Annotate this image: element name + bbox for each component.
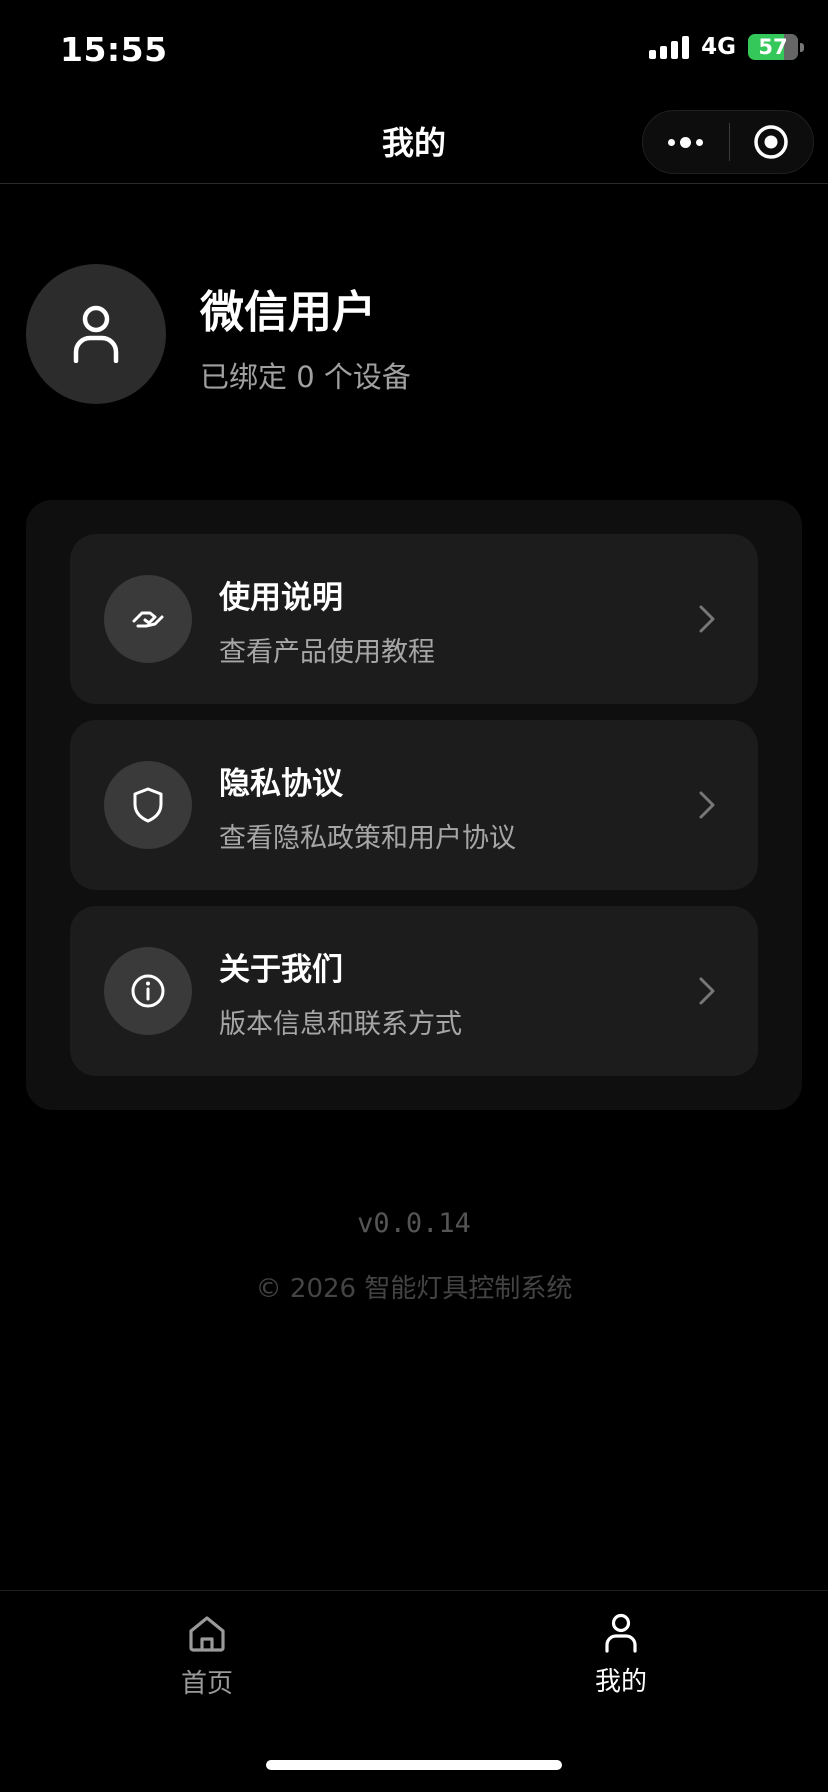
shield-icon [133, 787, 163, 823]
user-icon [73, 305, 119, 363]
user-name: 微信用户 [200, 287, 376, 338]
mini-program-capsule [642, 110, 814, 174]
status-bar: 15:55 4G 57 [0, 0, 828, 96]
status-time: 15:55 [60, 30, 168, 69]
avatar[interactable] [26, 264, 166, 404]
tab-home[interactable]: 首页 [107, 1613, 307, 1723]
menu-panel: 使用说明 查看产品使用教程 隐私协议 查看隐私政策和用户协议 关于我们 版本信息… [26, 500, 802, 1110]
home-icon [189, 1616, 225, 1652]
menu-item-privacy[interactable]: 隐私协议 查看隐私政策和用户协议 [70, 720, 758, 890]
copyright-text: © 2026 智能灯具控制系统 [255, 1274, 573, 1304]
menu-item-title: 关于我们 [219, 952, 343, 988]
menu-item-subtitle: 查看产品使用教程 [219, 637, 435, 668]
menu-item-usage-guide[interactable]: 使用说明 查看产品使用教程 [70, 534, 758, 704]
device-count: 已绑定 0 个设备 [200, 360, 411, 394]
menu-item-title: 隐私协议 [219, 766, 343, 802]
chevron-right-icon [699, 977, 715, 1005]
menu-icon-bg [104, 761, 192, 849]
tab-label: 我的 [594, 1667, 647, 1697]
battery-icon: 57 [748, 34, 804, 60]
info-icon [131, 974, 165, 1008]
network-type: 4G [701, 34, 736, 60]
handshake-icon [132, 611, 164, 628]
chevron-right-icon [699, 791, 715, 819]
menu-item-about[interactable]: 关于我们 版本信息和联系方式 [70, 906, 758, 1076]
navigation-bar: 我的 [0, 96, 828, 184]
menu-icon-bg [104, 947, 192, 1035]
battery-level: 57 [758, 35, 788, 59]
tab-mine[interactable]: 我的 [521, 1613, 721, 1723]
target-icon [754, 125, 788, 159]
more-button[interactable] [643, 110, 729, 174]
menu-item-title: 使用说明 [219, 580, 343, 616]
home-indicator [266, 1760, 562, 1770]
status-indicators: 4G 57 [649, 34, 804, 60]
user-icon [605, 1613, 637, 1653]
signal-icon [649, 35, 690, 59]
menu-item-subtitle: 查看隐私政策和用户协议 [219, 823, 516, 854]
app-version: v0.0.14 [357, 1208, 471, 1239]
close-mini-program-button[interactable] [730, 110, 814, 174]
menu-item-subtitle: 版本信息和联系方式 [219, 1009, 462, 1040]
chevron-right-icon [699, 605, 715, 633]
tab-label: 首页 [180, 1669, 233, 1699]
menu-icon-bg [104, 575, 192, 663]
